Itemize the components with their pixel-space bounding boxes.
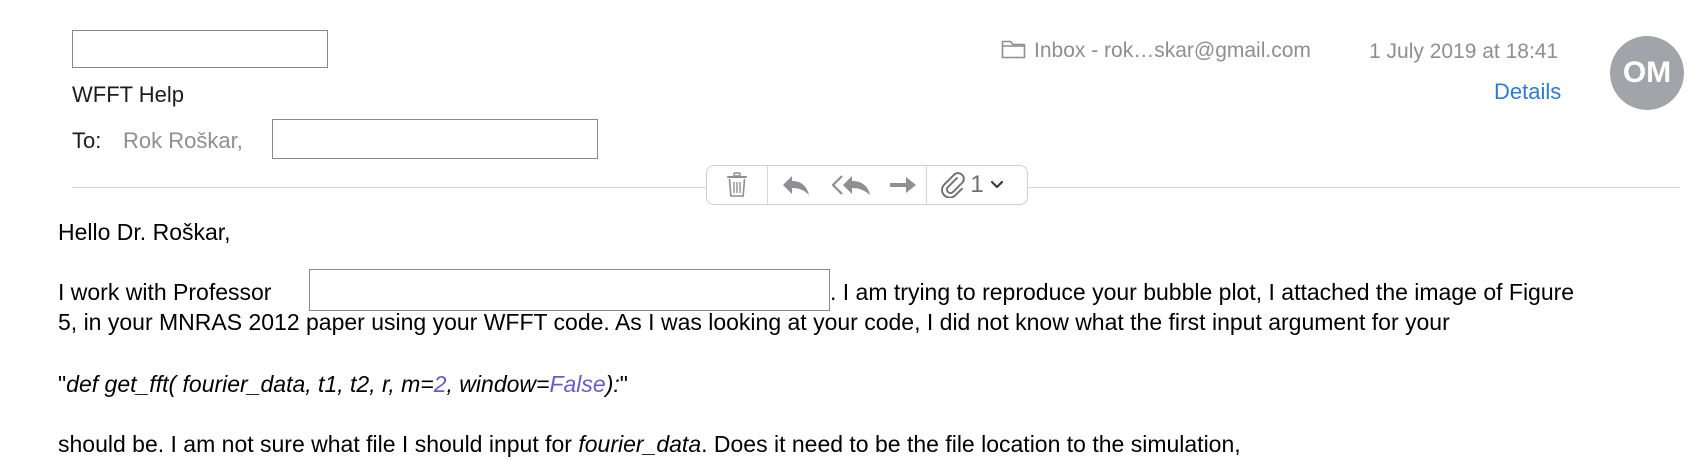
trash-icon <box>726 172 748 198</box>
p1-end: . I am trying to reproduce your bubble p… <box>830 279 1575 305</box>
to-recipient[interactable]: Rok Roškar, <box>123 128 243 154</box>
mailbox-indicator: Inbox - rok…skar@gmail.com <box>1001 38 1311 64</box>
folder-icon <box>1001 38 1026 64</box>
paperclip-icon <box>940 172 966 198</box>
header-divider-left <box>72 187 706 188</box>
delete-button[interactable] <box>707 166 767 204</box>
p2-start: should be. I am not sure what file I sho… <box>58 431 579 457</box>
reply-all-button[interactable] <box>824 166 880 204</box>
code-window-value: False <box>549 371 606 397</box>
details-link[interactable]: Details <box>1494 79 1561 105</box>
reply-all-icon <box>832 173 872 197</box>
greeting: Hello Dr. Roškar, <box>58 219 231 245</box>
mailbox-label: Inbox - rok…skar@gmail.com <box>1034 39 1311 62</box>
code-close: ): <box>605 371 620 397</box>
code-signature: "def get_fft( fourier_data, t1, t2, r, m… <box>58 371 628 398</box>
redacted-professor <box>309 269 830 311</box>
paragraph-1-line-1: I work with Professor <box>58 279 271 306</box>
message-toolbar: 1 <box>706 165 1028 205</box>
sender-avatar: OM <box>1610 36 1684 110</box>
code-m-value: 2 <box>433 371 447 397</box>
header-divider-right <box>1028 187 1680 188</box>
email-date: 1 July 2019 at 18:41 <box>1369 40 1559 63</box>
code-close-quote: " <box>619 371 628 397</box>
reply-icon <box>781 173 811 197</box>
code-open-quote: " <box>58 371 67 397</box>
forward-button[interactable] <box>880 166 926 204</box>
paragraph-2: should be. I am not sure what file I sho… <box>58 431 1241 458</box>
attachment-button[interactable]: 1 <box>927 166 1017 204</box>
email-subject: WFFT Help <box>72 82 185 107</box>
paragraph-1-line-2: 5, in your MNRAS 2012 paper using your W… <box>58 309 1450 335</box>
p2-end: . Does it need to be the file location t… <box>701 431 1241 457</box>
p1-start: I work with Professor <box>58 279 272 305</box>
p2-italic: fourier_data <box>578 431 702 457</box>
code-function: def get_fft( fourier_data, t1, t2, r, m= <box>66 371 434 397</box>
redacted-recipient <box>272 119 598 159</box>
attachment-count: 1 <box>970 171 984 198</box>
to-label: To: <box>72 128 102 153</box>
reply-button[interactable] <box>768 166 824 204</box>
chevron-down-icon <box>990 180 1004 190</box>
forward-icon <box>888 174 918 196</box>
redacted-sender <box>72 30 328 68</box>
code-separator: , window= <box>446 371 550 397</box>
